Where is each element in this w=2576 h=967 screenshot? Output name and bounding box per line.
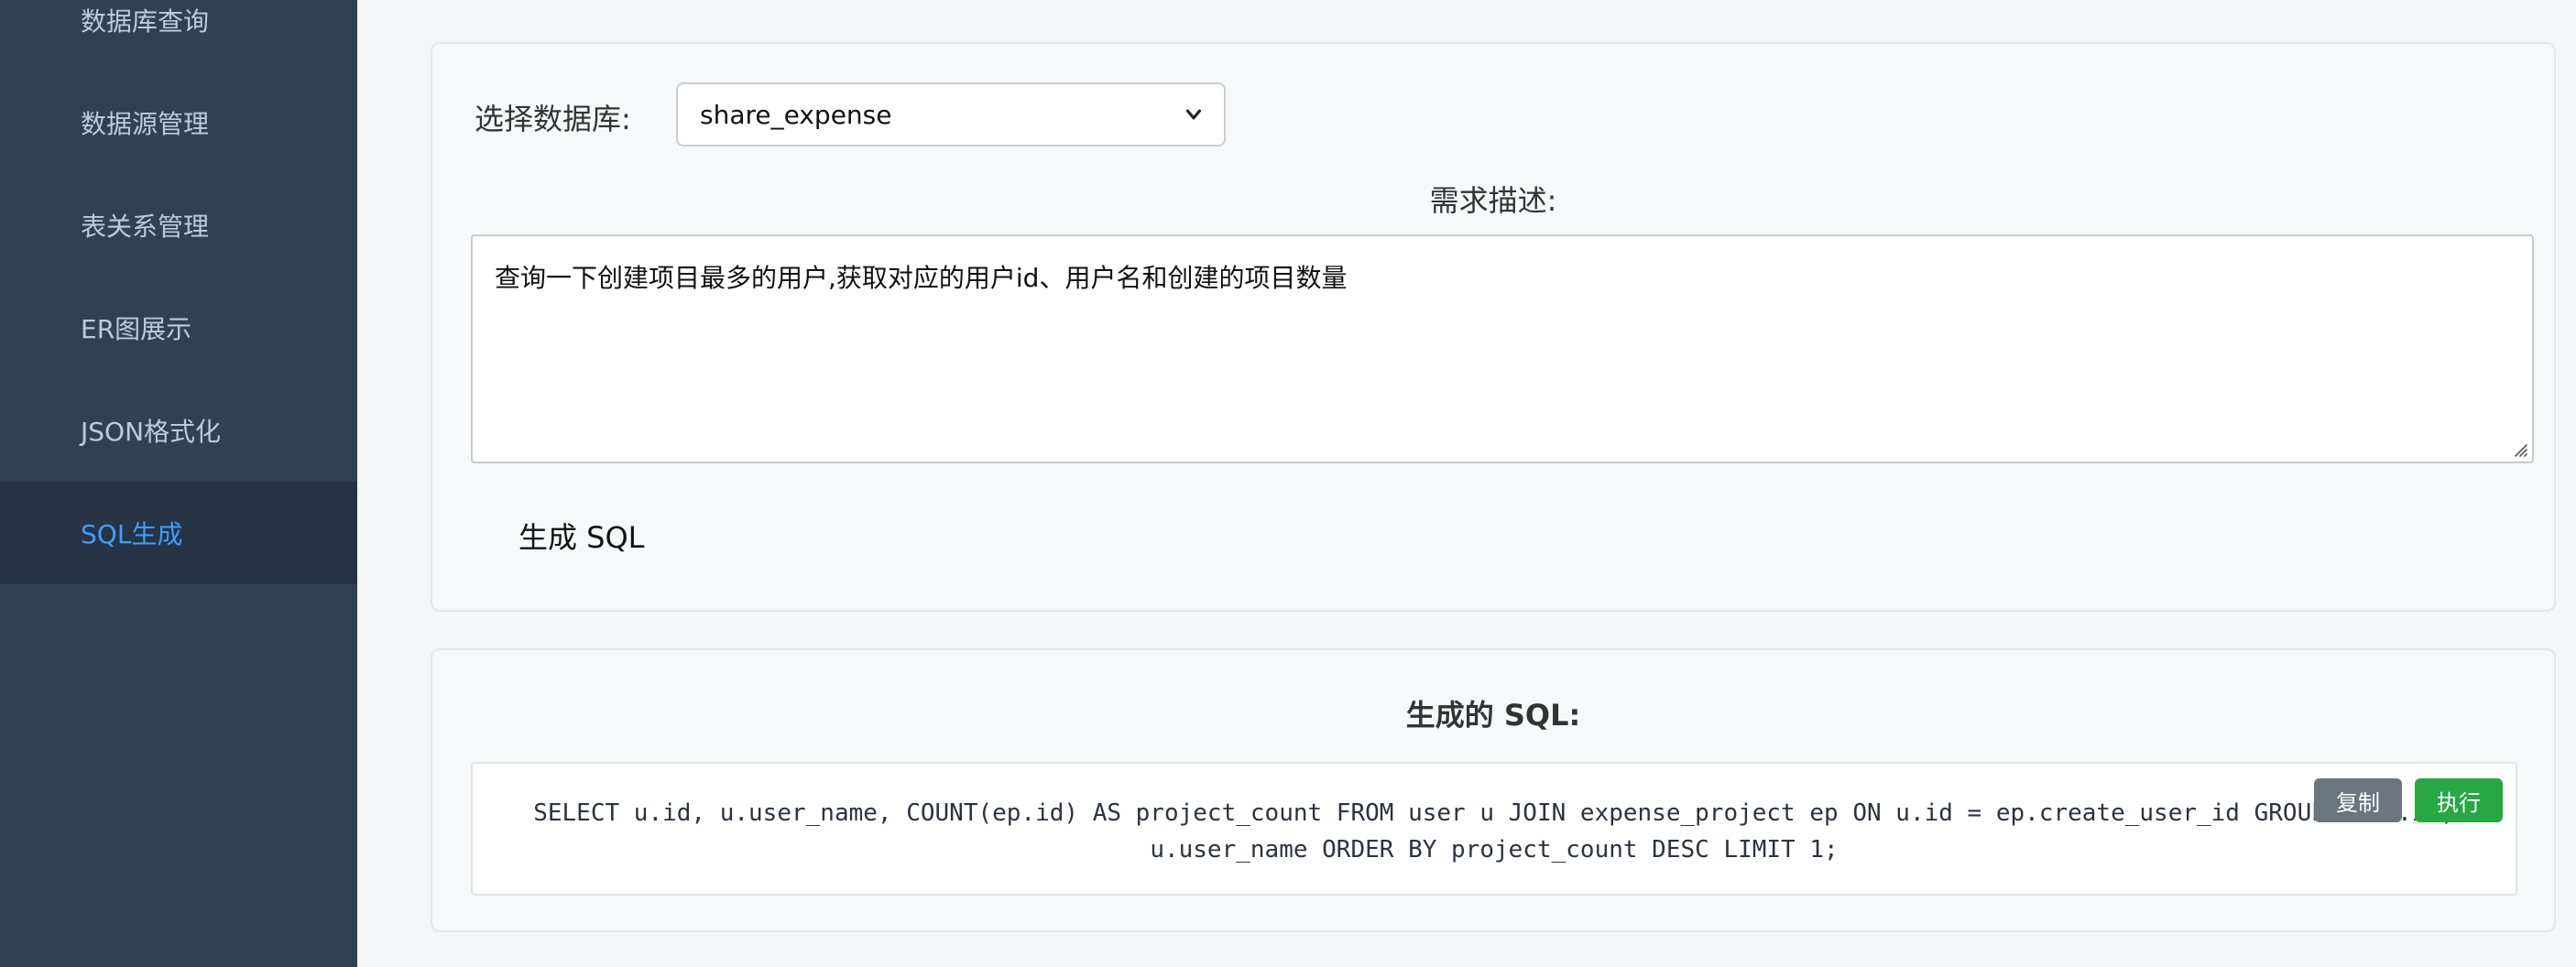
sidebar: 数据库查询 数据源管理 表关系管理 ER图展示 JSON格式化 SQL生成 [0, 0, 357, 967]
database-select[interactable]: share_expense [676, 82, 1226, 147]
sql-output-box: SELECT u.id, u.user_name, COUNT(ep.id) A… [471, 762, 2517, 896]
sidebar-item-sql-generate[interactable]: SQL生成 [0, 482, 357, 584]
chevron-down-icon [1185, 109, 1202, 120]
database-select-label: 选择数据库: [475, 102, 631, 136]
sql-result-card: 生成的 SQL: SELECT u.id, u.user_name, COUNT… [431, 648, 2556, 932]
sql-code: SELECT u.id, u.user_name, COUNT(ep.id) A… [533, 799, 2455, 864]
sidebar-item-er-diagram[interactable]: ER图展示 [0, 277, 357, 379]
sidebar-item-label: 数据源管理 [81, 109, 210, 139]
sidebar-item-label: SQL生成 [81, 519, 183, 549]
sidebar-item-datasource[interactable]: 数据源管理 [0, 71, 357, 174]
requirement-title: 需求描述: [1429, 183, 1557, 218]
requirement-text: 查询一下创建项目最多的用户,获取对应的用户id、用户名和创建的项目数量 [495, 263, 1348, 293]
resize-grip-icon[interactable] [2512, 441, 2528, 458]
sidebar-item-table-relations[interactable]: 表关系管理 [0, 174, 357, 277]
database-select-value: share_expense [700, 99, 892, 130]
copy-button[interactable]: 复制 [2314, 778, 2402, 822]
requirement-textarea[interactable]: 查询一下创建项目最多的用户,获取对应的用户id、用户名和创建的项目数量 [471, 234, 2534, 463]
sidebar-item-label: ER图展示 [81, 314, 192, 344]
sidebar-item-label: 数据库查询 [81, 6, 210, 37]
sidebar-item-label: JSON格式化 [81, 417, 222, 447]
generated-sql-title: 生成的 SQL: [1405, 698, 1581, 733]
execute-button[interactable]: 执行 [2415, 778, 2503, 822]
sidebar-item-db-query[interactable]: 数据库查询 [0, 0, 357, 71]
generate-sql-button[interactable]: 生成 SQL [518, 515, 645, 557]
sidebar-item-json-format[interactable]: JSON格式化 [0, 379, 357, 482]
sql-request-card: 选择数据库: share_expense 需求描述: 查询一下创建项目最多的用户… [431, 42, 2556, 612]
sidebar-item-label: 表关系管理 [81, 212, 210, 242]
